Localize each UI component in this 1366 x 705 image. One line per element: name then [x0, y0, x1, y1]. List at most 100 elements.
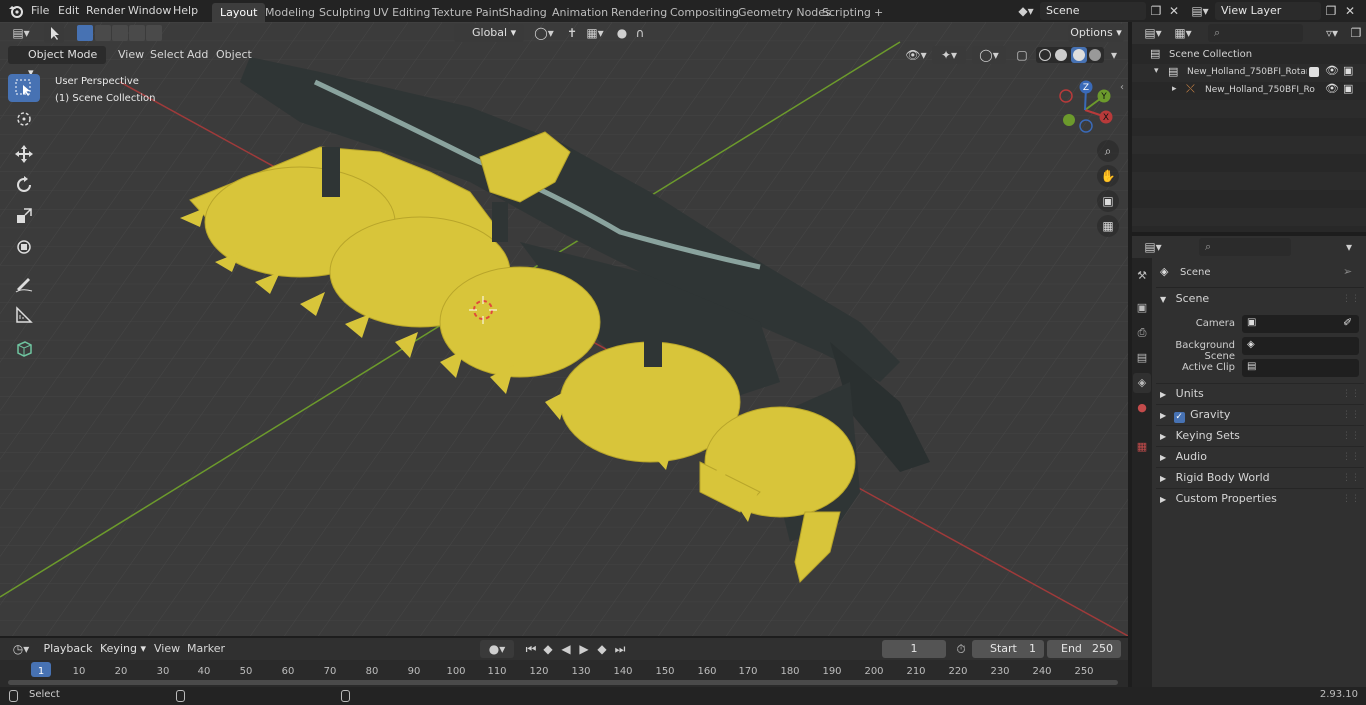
- timeline-menu-view[interactable]: View: [154, 638, 180, 660]
- drag-handle-icon[interactable]: ⋮⋮: [1342, 289, 1360, 309]
- gizmo-toggle-icon[interactable]: ✦▾: [932, 46, 966, 64]
- timeline-menu-marker[interactable]: Marker: [187, 638, 225, 660]
- texture-tab-icon[interactable]: ▦: [1133, 437, 1151, 457]
- menu-file[interactable]: File: [31, 0, 49, 22]
- tool-tab-icon[interactable]: ⚒: [1133, 266, 1151, 286]
- units-panel-header[interactable]: ▶ Units ⋮⋮: [1156, 383, 1364, 403]
- drag-handle-icon[interactable]: ⋮⋮: [1342, 468, 1360, 488]
- expand-chevron-icon[interactable]: ▾: [1154, 66, 1159, 76]
- next-keyframe-icon[interactable]: ◆: [592, 640, 612, 658]
- expand-chevron-icon[interactable]: ▸: [1172, 84, 1177, 94]
- select-mode-extend-icon[interactable]: [95, 25, 111, 41]
- view-layer-tab-icon[interactable]: ▤: [1133, 348, 1151, 368]
- properties-options-icon[interactable]: ▾: [1339, 238, 1359, 256]
- outliner-display-mode-icon[interactable]: ▦▾: [1170, 24, 1196, 42]
- output-tab-icon[interactable]: ⎙: [1133, 323, 1151, 343]
- overlays-toggle-icon[interactable]: ◯▾: [972, 46, 1006, 64]
- gravity-panel-header[interactable]: ▶ ✓ Gravity ⋮⋮: [1156, 404, 1364, 424]
- menu-window[interactable]: Window: [128, 0, 171, 22]
- select-mode-intersect-icon[interactable]: [146, 25, 162, 41]
- current-frame-field[interactable]: 1: [882, 640, 946, 658]
- world-tab-icon[interactable]: ●: [1133, 398, 1151, 418]
- stopwatch-icon[interactable]: ⏱: [951, 640, 971, 658]
- end-frame-field[interactable]: End 250: [1047, 640, 1121, 658]
- pan-hand-icon[interactable]: ✋: [1097, 165, 1119, 187]
- scale-tool-icon[interactable]: [8, 202, 40, 230]
- new-collection-icon[interactable]: ❐: [1346, 24, 1366, 42]
- sidebar-toggle-icon[interactable]: ‹: [1120, 82, 1124, 93]
- pin-icon[interactable]: ➢: [1343, 265, 1352, 278]
- select-box-tool-icon[interactable]: [8, 74, 40, 102]
- blender-logo-icon[interactable]: [8, 3, 24, 22]
- material-preview-shading-icon[interactable]: [1071, 47, 1087, 63]
- select-mode-invert-icon[interactable]: [129, 25, 145, 41]
- timeline-editor-type-icon[interactable]: ◷▾: [8, 640, 34, 658]
- editor-type-icon[interactable]: ▤▾: [8, 24, 34, 42]
- scene-selector-icon[interactable]: ◆▾: [1013, 2, 1039, 20]
- add-cube-tool-icon[interactable]: [8, 334, 40, 362]
- render-camera-icon[interactable]: ▣: [1343, 64, 1353, 77]
- outliner-filter-icon[interactable]: ▿▾: [1319, 24, 1345, 42]
- select-mode-subtract-icon[interactable]: [112, 25, 128, 41]
- transform-tool-icon[interactable]: [8, 233, 40, 261]
- copy-scene-icon[interactable]: ❐: [1146, 2, 1166, 20]
- snap-toggle-icon[interactable]: ✝: [562, 24, 582, 42]
- view-layer-selector-icon[interactable]: ▤▾: [1187, 2, 1213, 20]
- playback-menu[interactable]: Playback ▾: [40, 640, 96, 673]
- rigid-body-world-panel-header[interactable]: ▶ Rigid Body World ⋮⋮: [1156, 467, 1364, 487]
- navigation-gizmo[interactable]: Z Y X: [1058, 80, 1118, 140]
- outliner-object-row[interactable]: ▸ ⤬ New_Holland_750BFI_Ro 👁 ▣: [1132, 82, 1366, 100]
- perspective-grid-icon[interactable]: ▦: [1097, 215, 1119, 237]
- gravity-checkbox[interactable]: ✓: [1173, 412, 1185, 423]
- camera-view-icon[interactable]: ▣: [1097, 190, 1119, 212]
- delete-scene-icon[interactable]: ✕: [1164, 2, 1184, 20]
- menu-help[interactable]: Help: [173, 0, 198, 22]
- scene-section-header[interactable]: ▼ Scene ⋮⋮: [1156, 289, 1364, 309]
- copy-view-layer-icon[interactable]: ❐: [1321, 2, 1341, 20]
- outliner-editor-type-icon[interactable]: ▤▾: [1140, 24, 1166, 42]
- proportional-edit-icon[interactable]: ●: [612, 24, 632, 42]
- jump-end-icon[interactable]: ⏭: [610, 640, 630, 658]
- scene-tab-icon[interactable]: ◈: [1133, 373, 1151, 393]
- keying-sets-panel-header[interactable]: ▶ Keying Sets ⋮⋮: [1156, 425, 1364, 445]
- select-tool-icon[interactable]: [44, 23, 64, 43]
- viewport-menu-add[interactable]: Add: [187, 44, 208, 66]
- rotate-tool-icon[interactable]: [8, 171, 40, 199]
- viewport-menu-select[interactable]: Select: [150, 44, 184, 66]
- drag-handle-icon[interactable]: ⋮⋮: [1342, 384, 1360, 404]
- properties-search-input[interactable]: ⌕: [1199, 238, 1291, 256]
- move-tool-icon[interactable]: [8, 140, 40, 168]
- scene-name-field[interactable]: Scene: [1040, 2, 1146, 20]
- prev-keyframe-icon[interactable]: ◆: [538, 640, 558, 658]
- object-mode-dropdown[interactable]: Object Mode ▾: [8, 46, 106, 79]
- visibility-eye-icon[interactable]: 👁: [1325, 82, 1339, 95]
- visibility-filter-icon[interactable]: 👁▾: [903, 46, 929, 64]
- 3d-viewport[interactable]: User Perspective (1) Scene Collection Z …: [0, 22, 1128, 636]
- xray-toggle-icon[interactable]: ▢: [1012, 46, 1032, 64]
- camera-field[interactable]: ▣ ✐: [1242, 315, 1359, 333]
- pivot-point-icon[interactable]: ◯▾: [530, 24, 558, 42]
- collection-checkbox[interactable]: [1309, 67, 1319, 77]
- solid-shading-icon[interactable]: [1055, 49, 1067, 61]
- timeline-scrollbar[interactable]: [8, 680, 1118, 685]
- custom-properties-panel-header[interactable]: ▶ Custom Properties ⋮⋮: [1156, 488, 1364, 508]
- outliner-scene-collection[interactable]: ▤ Scene Collection: [1132, 46, 1366, 64]
- delete-view-layer-icon[interactable]: ✕: [1340, 2, 1360, 20]
- audio-panel-header[interactable]: ▶ Audio ⋮⋮: [1156, 446, 1364, 466]
- snap-target-icon[interactable]: ▦▾: [582, 24, 608, 42]
- active-clip-field[interactable]: ▤: [1242, 359, 1359, 377]
- eyedropper-icon[interactable]: ✐: [1343, 316, 1352, 329]
- viewport-menu-object[interactable]: Object: [216, 44, 252, 66]
- shading-options-icon[interactable]: ▾: [1104, 46, 1124, 64]
- drag-handle-icon[interactable]: ⋮⋮: [1342, 489, 1360, 509]
- outliner-search-input[interactable]: ⌕: [1208, 24, 1303, 42]
- rendered-shading-icon[interactable]: [1089, 49, 1101, 61]
- play-icon[interactable]: ▶: [574, 640, 594, 658]
- menu-render[interactable]: Render: [86, 0, 125, 22]
- annotate-tool-icon[interactable]: [8, 270, 40, 298]
- select-mode-new-icon[interactable]: [77, 25, 93, 41]
- drag-handle-icon[interactable]: ⋮⋮: [1342, 426, 1360, 446]
- start-frame-field[interactable]: Start 1: [972, 640, 1044, 658]
- play-reverse-icon[interactable]: ◀: [556, 640, 576, 658]
- add-workspace-button[interactable]: +: [866, 3, 891, 22]
